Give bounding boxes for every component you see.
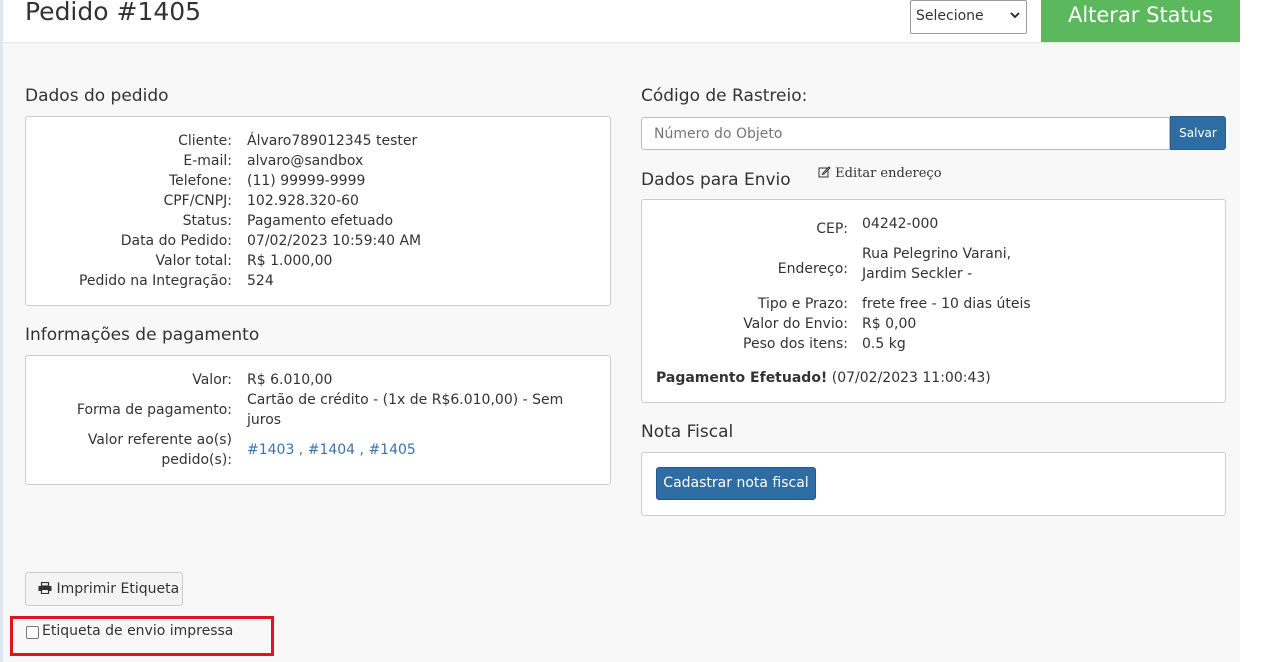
pedido-link[interactable]: #1405 [368,442,415,458]
valor-referente-label-1: Valor referente ao(s) [87,432,232,448]
salvar-button[interactable]: Salvar [1170,116,1226,150]
data-pedido-label: Data do Pedido: [120,233,232,249]
valor-total-value: R$ 1.000,00 [247,253,333,269]
cpf-value: 102.928.320-60 [247,193,359,209]
nota-fiscal-title: Nota Fiscal [641,422,734,442]
pagamento-efetuado-label: Pagamento Efetuado! [656,370,828,386]
editar-endereco-label: Editar endereço [835,166,942,181]
dados-pedido-title: Dados do pedido [25,86,169,106]
etiqueta-impressa-label[interactable]: Etiqueta de envio impressa [42,623,233,639]
valor-envio-value: R$ 0,00 [862,316,917,332]
pedido-integracao-label: Pedido na Integração: [78,273,232,289]
data-pedido-value: 07/02/2023 10:59:40 AM [247,233,422,249]
cpf-label: CPF/CNPJ: [163,193,232,209]
printer-icon [38,581,56,597]
link-separator: , [355,442,369,458]
telefone-label: Telefone: [169,173,232,189]
cep-label: CEP: [816,221,848,237]
pag-valor-label: Valor: [192,372,232,388]
forma-pagamento-line1: Cartão de crédito - (1x de R$6.010,00) -… [247,392,564,408]
endereco-line2: Jardim Seckler - [862,266,973,282]
cliente-label: Cliente: [178,133,232,149]
envio-list: CEP: 04242-000 Endereço: Rua Pelegrino V… [642,200,1227,400]
editar-endereco-link[interactable]: Editar endereço [818,166,942,181]
pagamento-efetuado-date: (07/02/2023 11:00:43) [831,370,991,386]
status-select[interactable]: Selecione [910,0,1027,34]
envio-panel: CEP: 04242-000 Endereço: Rua Pelegrino V… [641,199,1226,403]
pedido-integracao-value: 524 [247,273,274,289]
dados-pedido-list: Cliente: Álvaro789012345 tester E-mail: … [26,131,612,301]
endereco-line1: Rua Pelegrino Varani, [862,246,1012,262]
pag-valor-value: R$ 6.010,00 [247,372,333,388]
pagamento-list: Valor: R$ 6.010,00 Forma de pagamento: C… [26,370,612,480]
right-gutter [1240,0,1268,662]
envio-title: Dados para Envio [641,170,791,190]
pedido-link[interactable]: #1404 [308,442,355,458]
cadastrar-nota-fiscal-button[interactable]: Cadastrar nota fiscal [656,467,816,500]
pagamento-efetuado: Pagamento Efetuado! (07/02/2023 11:00:43… [656,368,991,388]
rastreio-title: Código de Rastreio: [641,86,808,106]
tipo-prazo-value: frete free - 10 dias úteis [862,296,1031,312]
email-value: alvaro@sandbox [247,153,364,169]
cliente-value: Álvaro789012345 tester [247,133,418,149]
pagamento-title: Informações de pagamento [25,325,260,345]
pagamento-panel: Valor: R$ 6.010,00 Forma de pagamento: C… [25,355,611,485]
edit-icon [818,166,835,181]
telefone-value: (11) 99999-9999 [247,173,366,189]
tipo-prazo-label: Tipo e Prazo: [757,296,848,312]
status-label: Status: [182,213,232,229]
valor-referente-label-2: pedido(s): [161,452,232,468]
dados-pedido-panel: Cliente: Álvaro789012345 tester E-mail: … [25,116,611,306]
imprimir-etiqueta-label: Imprimir Etiqueta [56,581,180,597]
forma-pagamento-label: Forma de pagamento: [76,402,232,418]
etiqueta-impressa-checkbox[interactable] [26,626,39,639]
valor-envio-label: Valor do Envio: [743,316,848,332]
endereco-label: Endereço: [777,261,848,277]
link-separator: , [294,442,308,458]
pedido-link[interactable]: #1403 [247,442,294,458]
forma-pagamento-line2: juros [247,412,282,428]
imprimir-etiqueta-button[interactable]: Imprimir Etiqueta [25,572,183,606]
page-title: Pedido #1405 [25,0,202,26]
pedidos-referentes: #1403 , #1404 , #1405 [247,440,416,460]
cep-value: 04242-000 [862,216,939,232]
alter-status-button[interactable]: Alterar Status [1041,0,1240,42]
peso-label: Peso dos itens: [743,336,848,352]
status-value: Pagamento efetuado [247,213,394,229]
rastreio-input[interactable] [641,117,1170,150]
peso-value: 0.5 kg [862,336,906,352]
valor-total-label: Valor total: [155,253,232,269]
chevron-down-icon [1010,9,1020,23]
status-select-value: Selecione [916,8,984,24]
email-label: E-mail: [183,153,232,169]
